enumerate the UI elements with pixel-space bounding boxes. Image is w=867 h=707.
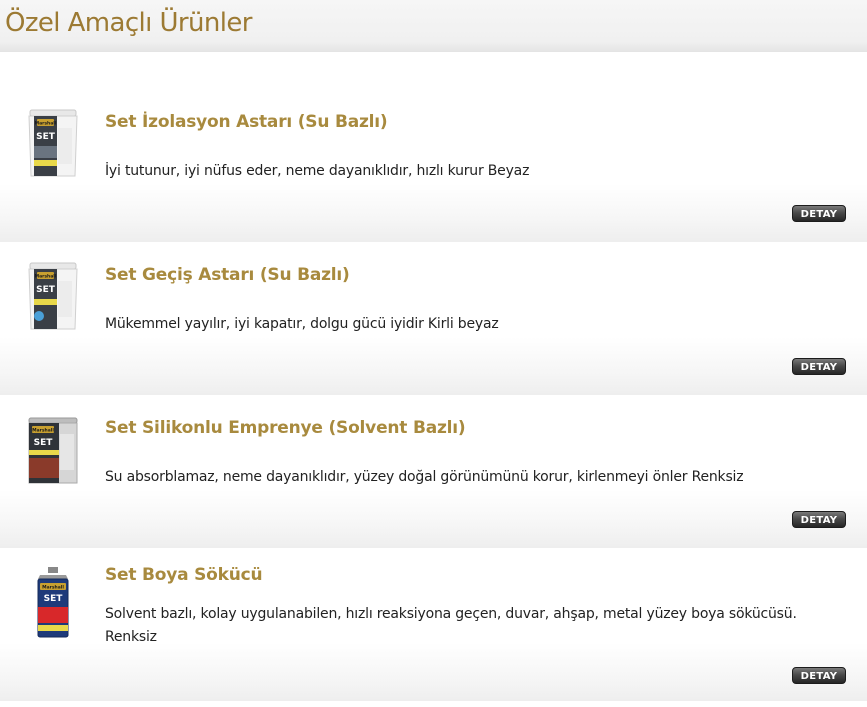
page-header: Özel Amaçlı Ürünler [0, 0, 867, 52]
svg-text:Marshall: Marshall [35, 121, 57, 127]
svg-text:Marshall: Marshall [42, 585, 64, 591]
product-title[interactable]: Set Boya Sökücü [105, 565, 263, 585]
paint-can-icon[interactable]: Marshall SET [24, 414, 82, 496]
product-item: Marshall SET Set Silikonlu Emprenye (Sol… [0, 395, 867, 548]
remover-can-icon[interactable]: Marshall SET [24, 565, 82, 647]
product-description: İyi tutunur, iyi nüfus eder, neme dayanı… [105, 163, 530, 179]
product-title[interactable]: Set İzolasyon Astarı (Su Bazlı) [105, 112, 388, 132]
detail-button[interactable]: DETAY [792, 205, 846, 222]
page-title: Özel Amaçlı Ürünler [5, 8, 252, 38]
svg-text:SET: SET [34, 438, 54, 448]
detail-button[interactable]: DETAY [792, 358, 846, 375]
product-item: Marshall SET Set Boya Sökücü Solvent baz… [0, 548, 867, 701]
detail-button[interactable]: DETAY [792, 511, 846, 528]
product-description: Solvent bazlı, kolay uygulanabilen, hızl… [105, 606, 797, 645]
product-title[interactable]: Set Silikonlu Emprenye (Solvent Bazlı) [105, 418, 466, 438]
product-description: Su absorblamaz, neme dayanıklıdır, yüzey… [105, 469, 744, 485]
svg-text:SET: SET [36, 132, 56, 142]
svg-text:SET: SET [44, 594, 64, 604]
product-item: Marshall SET Set Geçiş Astarı (Su Bazlı)… [0, 242, 867, 395]
svg-text:SET: SET [36, 285, 56, 295]
detail-button[interactable]: DETAY [792, 667, 846, 684]
paint-bucket-icon[interactable]: Marshall SET [24, 261, 82, 343]
svg-text:Marshall: Marshall [35, 274, 57, 280]
product-description: Mükemmel yayılır, iyi kapatır, dolgu güc… [105, 316, 499, 332]
product-item: Marshall SET Set İzolasyon Astarı (Su Ba… [0, 89, 867, 242]
svg-text:Marshall: Marshall [32, 428, 54, 434]
paint-bucket-icon[interactable]: Marshall SET [24, 108, 82, 190]
product-title[interactable]: Set Geçiş Astarı (Su Bazlı) [105, 265, 350, 285]
